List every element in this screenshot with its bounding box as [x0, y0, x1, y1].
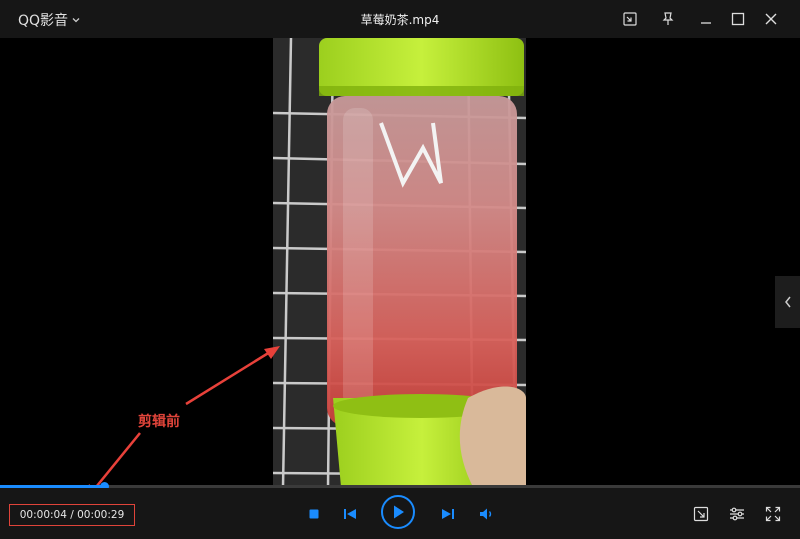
video-frame [273, 38, 526, 487]
fullscreen-icon [765, 506, 781, 522]
chevron-down-icon [71, 15, 81, 25]
settings-button[interactable] [726, 503, 748, 525]
stop-icon [308, 508, 320, 520]
volume-button[interactable] [476, 504, 498, 524]
pin-button[interactable] [657, 8, 679, 30]
video-area[interactable] [0, 38, 800, 487]
fullscreen-button[interactable] [762, 503, 784, 525]
close-button[interactable] [760, 8, 782, 30]
pin-icon [660, 11, 676, 27]
screenshot-icon [693, 506, 709, 522]
control-bar: 00:00:04 / 00:00:29 [0, 488, 800, 539]
next-icon [441, 508, 455, 520]
maximize-button[interactable] [727, 8, 749, 30]
app-name-label: QQ影音 [18, 13, 69, 29]
title-bar: QQ影音 草莓奶茶.mp4 [0, 0, 800, 38]
annotation-label: 剪辑前 [138, 414, 180, 430]
previous-button[interactable] [340, 504, 360, 524]
maximize-icon [731, 12, 745, 26]
side-panel-toggle[interactable] [775, 276, 800, 328]
previous-icon [343, 508, 357, 520]
stop-button[interactable] [304, 504, 324, 524]
mini-mode-icon [622, 11, 638, 27]
close-icon [764, 12, 778, 26]
play-button[interactable] [381, 495, 415, 529]
play-icon [391, 504, 405, 520]
minimize-icon [699, 12, 713, 26]
app-menu-button[interactable]: QQ影音 [18, 10, 81, 30]
time-display: 00:00:04 / 00:00:29 [9, 504, 135, 526]
chevron-left-icon [783, 295, 793, 309]
settings-icon [729, 506, 745, 522]
minimize-button[interactable] [695, 8, 717, 30]
volume-icon [479, 507, 495, 521]
next-button[interactable] [438, 504, 458, 524]
file-title: 草莓奶茶.mp4 [360, 13, 440, 27]
mini-mode-button[interactable] [619, 8, 641, 30]
screenshot-button[interactable] [690, 503, 712, 525]
